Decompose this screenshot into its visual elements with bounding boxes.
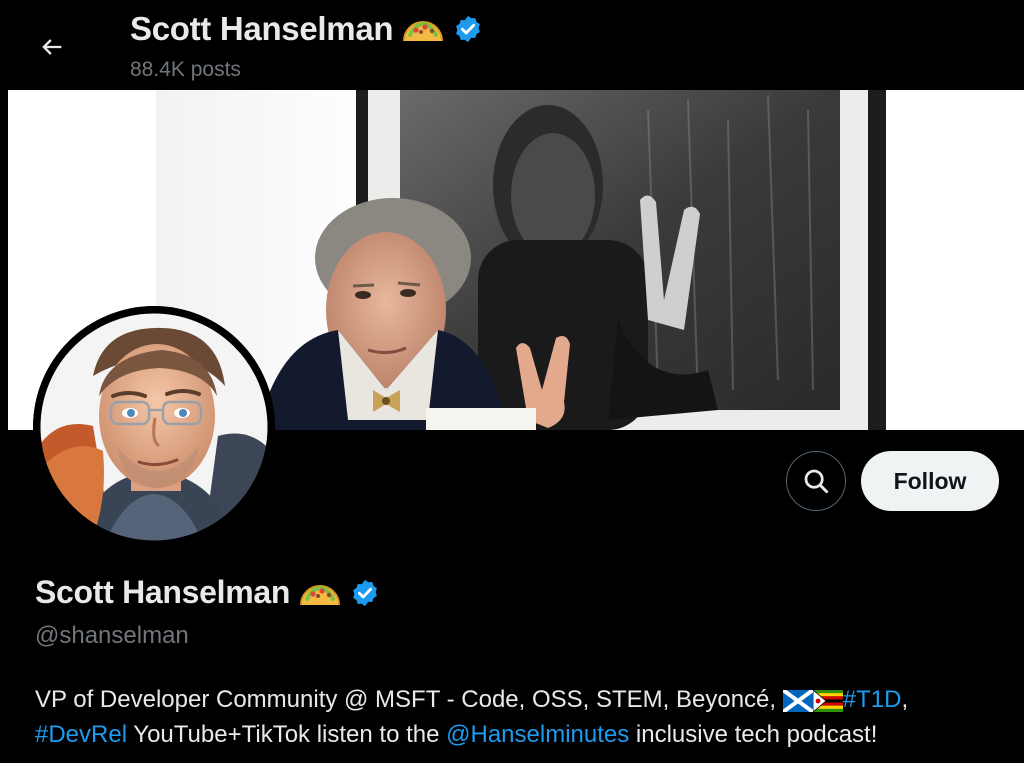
- bio-text: inclusive tech podcast!: [629, 721, 878, 748]
- scotland-flag-icon: [782, 690, 813, 712]
- mention-hanselminutes-link[interactable]: @Hanselminutes: [446, 721, 629, 748]
- bio-text: YouTube+TikTok listen to the: [127, 721, 447, 748]
- hashtag-devrel-link[interactable]: #DevRel: [35, 721, 127, 748]
- bio-text: ,: [901, 686, 909, 713]
- back-arrow-icon: [42, 39, 62, 55]
- profile-header: Scott Hanselman 88.4K posts: [0, 0, 1024, 90]
- taco-emoji-icon: [403, 21, 444, 42]
- profile-bio: VP of Developer Community @ MSFT - Code,…: [35, 682, 995, 752]
- back-button[interactable]: [30, 25, 74, 69]
- post-count: 88.4K posts: [130, 58, 241, 81]
- profile-name: Scott Hanselman: [35, 574, 291, 610]
- header-title-row: Scott Hanselman: [130, 10, 483, 48]
- verified-badge-icon: [456, 15, 481, 43]
- profile-name-row: Scott Hanselman: [35, 574, 380, 611]
- verified-badge-icon: [353, 579, 378, 606]
- avatar-image: [33, 306, 275, 548]
- header-name: Scott Hanselman: [130, 10, 394, 47]
- taco-emoji-icon: [300, 584, 341, 605]
- follow-button[interactable]: Follow: [861, 451, 999, 511]
- hashtag-t1d-link[interactable]: #T1D: [843, 686, 902, 713]
- bio-text: VP of Developer Community @ MSFT - Code,…: [35, 686, 783, 713]
- search-button[interactable]: [786, 451, 846, 511]
- search-icon: [804, 469, 829, 494]
- profile-avatar[interactable]: [33, 306, 275, 548]
- profile-handle: @shanselman: [35, 622, 189, 649]
- zimbabwe-flag-icon: [812, 690, 843, 712]
